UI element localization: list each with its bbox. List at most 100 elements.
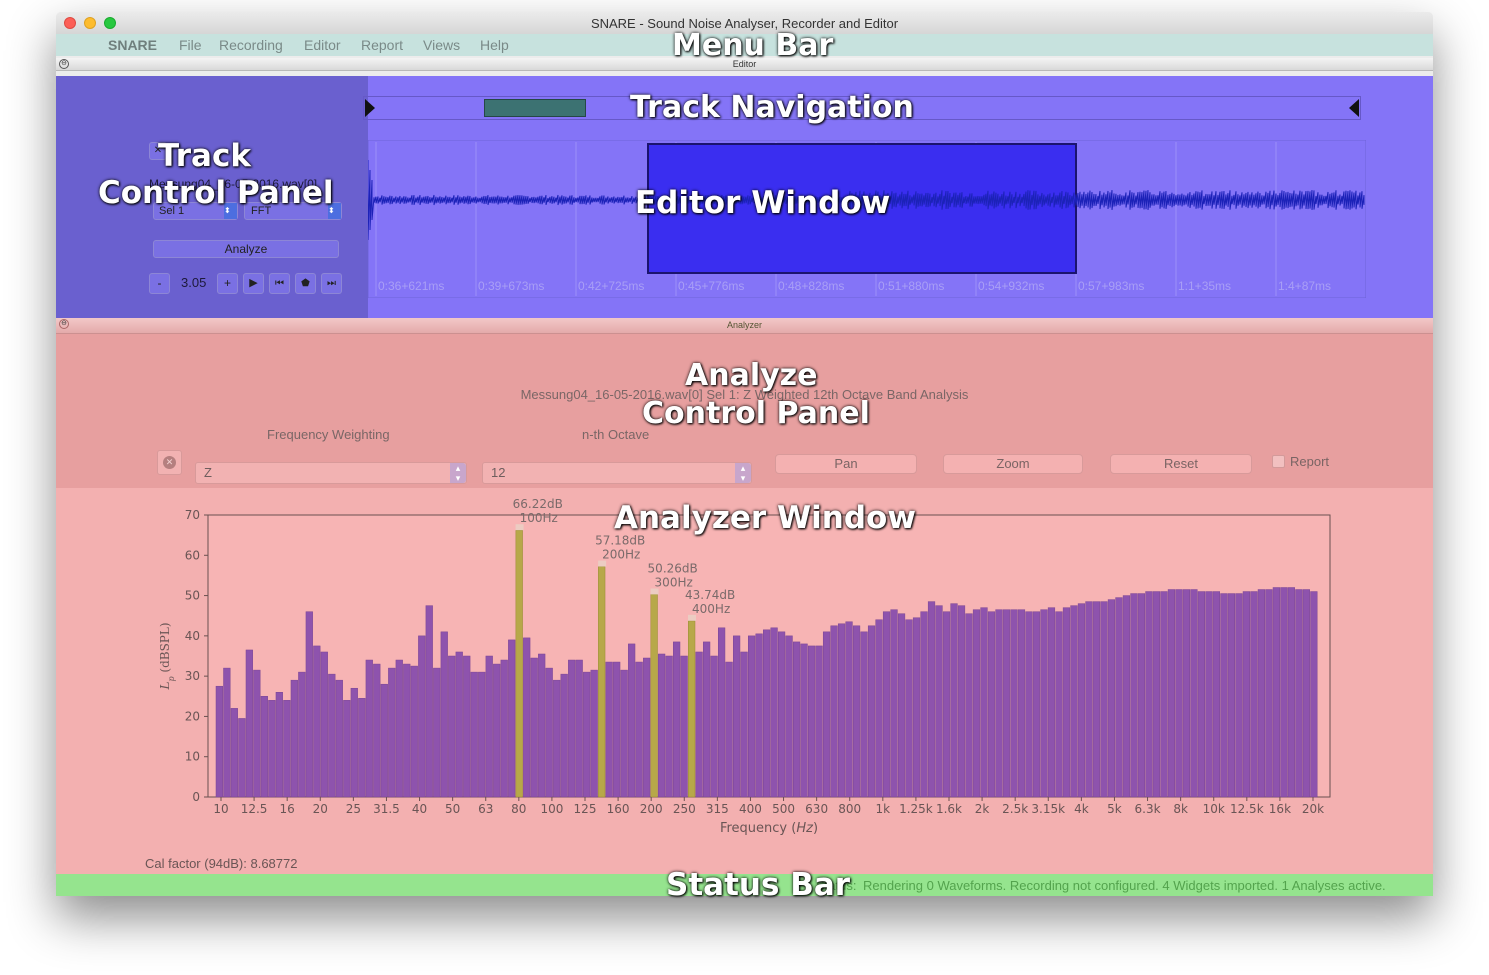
bar[interactable] — [1130, 593, 1138, 798]
bar[interactable] — [1295, 589, 1303, 798]
bar[interactable] — [433, 667, 441, 798]
bar[interactable] — [350, 687, 358, 798]
bar[interactable] — [972, 609, 981, 798]
nav-viewport-handle[interactable] — [484, 99, 586, 117]
octave-select[interactable]: 12 ▴ ▾ — [482, 462, 752, 484]
bar[interactable] — [568, 659, 576, 798]
bar[interactable] — [965, 613, 973, 798]
bar[interactable] — [1152, 591, 1161, 798]
zoom-button[interactable]: Zoom — [943, 454, 1083, 474]
bar[interactable] — [635, 661, 643, 798]
bar[interactable] — [380, 683, 388, 798]
bar[interactable] — [942, 611, 951, 798]
bar[interactable] — [620, 669, 628, 798]
menu-editor[interactable]: Editor — [304, 37, 341, 53]
bar[interactable] — [493, 663, 501, 798]
bar[interactable] — [867, 625, 876, 798]
bar[interactable] — [770, 627, 778, 798]
bar[interactable] — [845, 621, 853, 798]
bar[interactable] — [830, 625, 838, 798]
bar[interactable] — [508, 639, 516, 798]
bar[interactable] — [1212, 591, 1221, 798]
freq-weighting-select[interactable]: Z ▴ ▾ — [195, 462, 467, 484]
bar[interactable] — [530, 657, 538, 798]
editor-dock-float-icon[interactable]: ⊖ — [59, 59, 69, 69]
bar[interactable] — [1055, 611, 1063, 798]
bar[interactable] — [1257, 589, 1265, 798]
bar[interactable] — [890, 609, 898, 798]
nav-start-icon[interactable] — [365, 99, 375, 117]
bar[interactable] — [718, 627, 726, 798]
bar[interactable] — [912, 617, 921, 798]
bar[interactable] — [403, 663, 411, 798]
bar[interactable] — [807, 645, 816, 798]
spectrum-chart[interactable]: 0 10 20 30 40 50 60 70 10 12.5 16 20 25 31.5 40 50 63 80… — [56, 488, 1433, 874]
bar[interactable] — [680, 655, 688, 798]
bar[interactable] — [1092, 601, 1101, 798]
bar[interactable] — [1310, 591, 1318, 798]
bar[interactable] — [1175, 589, 1183, 798]
bar[interactable] — [560, 673, 568, 798]
bar[interactable] — [590, 669, 598, 798]
bar[interactable] — [1272, 587, 1280, 798]
bar[interactable] — [1265, 589, 1273, 798]
bar[interactable] — [1077, 603, 1086, 798]
bar[interactable] — [500, 659, 508, 798]
zoom-plus-button[interactable]: + — [217, 273, 238, 294]
bar[interactable] — [852, 625, 861, 798]
skip-back-icon[interactable]: ⏮ — [269, 273, 290, 294]
bar[interactable] — [1235, 593, 1243, 798]
bar[interactable] — [1205, 591, 1213, 798]
marker-icon[interactable]: ⬟ — [295, 273, 316, 294]
bar[interactable] — [455, 651, 463, 798]
bar[interactable] — [1047, 607, 1056, 798]
bar[interactable] — [358, 698, 366, 798]
bar[interactable] — [673, 641, 681, 798]
bar[interactable] — [290, 679, 298, 798]
report-checkbox[interactable] — [1272, 455, 1285, 468]
bar[interactable] — [1010, 609, 1018, 798]
bar[interactable] — [1032, 611, 1041, 798]
bar[interactable] — [223, 667, 231, 798]
bar[interactable] — [658, 653, 666, 798]
bar[interactable] — [837, 623, 846, 798]
bar[interactable] — [785, 635, 793, 798]
bar-highlighted[interactable] — [650, 594, 658, 798]
reset-button[interactable]: Reset — [1110, 454, 1252, 474]
bar[interactable] — [815, 645, 823, 798]
bar[interactable] — [927, 601, 936, 798]
bar[interactable] — [995, 609, 1003, 798]
bar[interactable] — [470, 671, 478, 798]
menu-help[interactable]: Help — [480, 37, 509, 53]
bar[interactable] — [1287, 587, 1295, 798]
bar[interactable] — [245, 649, 253, 798]
analyze-button[interactable]: Analyze — [153, 240, 339, 258]
bar[interactable] — [1250, 591, 1258, 798]
bar[interactable] — [523, 637, 531, 798]
bar[interactable] — [1115, 597, 1123, 798]
pan-button[interactable]: Pan — [775, 454, 917, 474]
skip-forward-icon[interactable]: ⏭ — [321, 273, 342, 294]
bar[interactable] — [320, 651, 328, 798]
bar[interactable] — [875, 619, 883, 798]
bar[interactable] — [740, 651, 748, 798]
bar[interactable] — [897, 613, 906, 798]
menu-app-name[interactable]: SNARE — [108, 37, 157, 53]
bar[interactable] — [305, 611, 313, 798]
menu-report[interactable]: Report — [361, 37, 403, 53]
bar[interactable] — [365, 659, 373, 798]
bar[interactable] — [957, 605, 966, 798]
menu-recording[interactable]: Recording — [219, 37, 283, 53]
bar[interactable] — [1137, 593, 1146, 798]
bar[interactable] — [980, 607, 988, 798]
bar[interactable] — [695, 651, 703, 798]
bar[interactable] — [1002, 609, 1011, 798]
bar[interactable] — [275, 692, 283, 798]
bar[interactable] — [1167, 589, 1176, 798]
bar[interactable] — [905, 619, 913, 798]
bar[interactable] — [373, 663, 381, 798]
bar[interactable] — [725, 661, 733, 798]
bar[interactable] — [665, 655, 673, 798]
bar[interactable] — [215, 685, 223, 798]
bar[interactable] — [1122, 595, 1131, 798]
